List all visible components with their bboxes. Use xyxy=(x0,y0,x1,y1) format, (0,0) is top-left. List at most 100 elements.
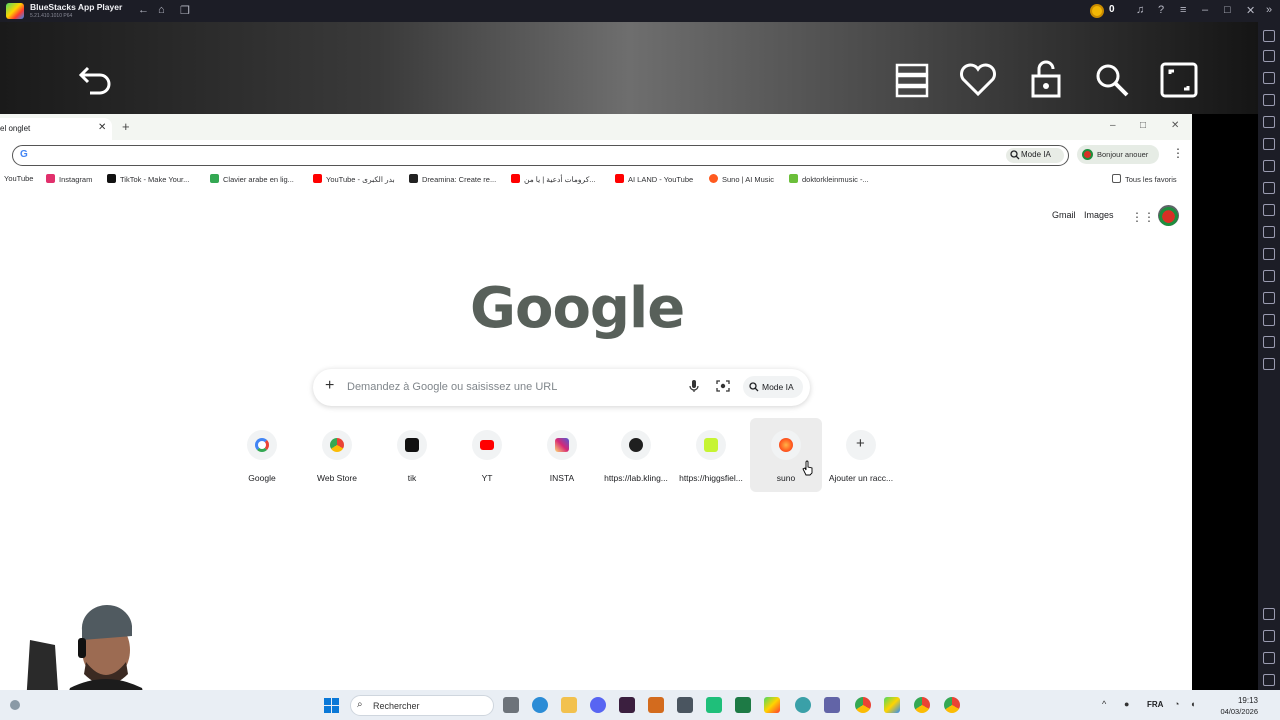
wifi-icon[interactable]: ◔ xyxy=(1174,699,1179,709)
chevron-up-icon[interactable]: ^ xyxy=(1102,699,1106,709)
menu-icon[interactable]: ≡ xyxy=(1180,4,1186,16)
bookmark-item[interactable]: Dreamina: Create re... xyxy=(409,174,496,184)
windows-start-icon[interactable] xyxy=(324,698,340,714)
minimize-icon[interactable]: – xyxy=(1202,4,1208,16)
shortcut-kling[interactable]: https://lab.kling... xyxy=(600,418,672,492)
bookmark-item[interactable]: YouTube xyxy=(4,174,33,183)
sidebar-tool-icon[interactable] xyxy=(1263,182,1275,194)
sidebar-tool-icon[interactable] xyxy=(1263,160,1275,172)
profile-button[interactable]: Bonjour anouer xyxy=(1077,145,1159,164)
bluestacks-icon[interactable] xyxy=(764,697,780,713)
close-icon[interactable]: ✕ xyxy=(1246,4,1255,17)
mode-ia-button[interactable]: Mode IA xyxy=(743,376,803,398)
more-menu-icon[interactable]: ⋮ xyxy=(1172,146,1184,160)
shortcut-tik[interactable]: tik xyxy=(376,418,448,492)
gmail-link[interactable]: Gmail xyxy=(1052,210,1076,220)
microphone-icon[interactable]: ● xyxy=(1124,699,1129,709)
home-icon[interactable] xyxy=(1263,652,1275,664)
sidebar-tool-icon[interactable] xyxy=(1263,116,1275,128)
shortcut-google[interactable]: Google xyxy=(226,418,298,492)
maximize-icon[interactable]: □ xyxy=(1224,4,1231,16)
clock-time[interactable]: 19:13 xyxy=(1200,696,1258,705)
close-icon[interactable]: ✕ xyxy=(1171,120,1179,131)
volume-icon[interactable]: ◖ xyxy=(1190,699,1195,709)
microphone-icon[interactable] xyxy=(689,379,699,393)
sidebar-tool-icon[interactable] xyxy=(1263,94,1275,106)
sidebar-tool-icon[interactable] xyxy=(1263,226,1275,238)
add-attachment-icon[interactable]: + xyxy=(325,377,334,395)
back-icon[interactable] xyxy=(1263,630,1275,642)
clock-date[interactable]: 04/03/2026 xyxy=(1200,707,1258,716)
excel-icon[interactable] xyxy=(735,697,751,713)
bookmark-item[interactable]: Suno | AI Music xyxy=(709,174,774,184)
app-icon[interactable] xyxy=(795,697,811,713)
file-explorer-icon[interactable] xyxy=(561,697,577,713)
back-icon[interactable]: ← xyxy=(138,4,149,16)
omnibox-mode-ia-button[interactable]: Mode IA xyxy=(1006,148,1064,163)
fullscreen-icon[interactable] xyxy=(1160,62,1198,98)
app-icon[interactable] xyxy=(706,697,722,713)
sidebar-tool-icon[interactable] xyxy=(1263,248,1275,260)
active-tab[interactable]: el onglet ✕ xyxy=(0,118,112,140)
chrome-icon[interactable] xyxy=(944,697,960,713)
all-bookmarks-button[interactable]: Tous les favoris xyxy=(1112,174,1177,184)
sidebar-tool-icon[interactable] xyxy=(1263,138,1275,150)
address-bar[interactable]: G Mode IA xyxy=(12,145,1069,166)
home-icon[interactable]: ⌂ xyxy=(158,4,165,16)
bookmark-item[interactable]: Instagram xyxy=(46,174,92,184)
multi-instance-icon[interactable]: ❐ xyxy=(180,4,190,17)
sidebar-tool-icon[interactable] xyxy=(1263,358,1275,370)
language-indicator[interactable]: FRA xyxy=(1147,700,1163,709)
settings-icon[interactable] xyxy=(1263,608,1275,620)
chrome-icon[interactable] xyxy=(855,697,871,713)
edge-icon[interactable] xyxy=(532,697,548,713)
calculator-icon[interactable] xyxy=(677,697,693,713)
bookmark-item[interactable]: doktorkleinmusic -... xyxy=(789,174,869,184)
tab-close-icon[interactable]: ✕ xyxy=(98,122,106,133)
ntp-search-box[interactable]: + Demandez à Google ou saisissez une URL… xyxy=(313,369,810,406)
bookmark-item[interactable]: AI LAND - YouTube xyxy=(615,174,693,184)
weather-icon[interactable] xyxy=(10,700,20,710)
collapse-icon[interactable]: » xyxy=(1266,4,1272,16)
bookmark-item[interactable]: TikTok - Make Your... xyxy=(107,174,189,184)
capcut-icon[interactable] xyxy=(619,697,635,713)
shortcut-suno[interactable]: suno xyxy=(750,418,822,492)
sidebar-tool-icon[interactable] xyxy=(1263,50,1275,62)
sidebar-tool-icon[interactable] xyxy=(1263,314,1275,326)
shortcut-yt[interactable]: YT xyxy=(451,418,523,492)
maximize-icon[interactable]: □ xyxy=(1140,120,1146,131)
shortcut-higgsfield[interactable]: https://higgsfiel... xyxy=(675,418,747,492)
bookmark-item[interactable]: Clavier arabe en lig... xyxy=(210,174,294,184)
minimize-icon[interactable]: – xyxy=(1110,120,1116,131)
sidebar-tool-icon[interactable] xyxy=(1263,30,1275,42)
server-icon[interactable] xyxy=(894,62,930,98)
add-shortcut-button[interactable]: + Ajouter un racc... xyxy=(825,418,897,492)
shortcut-web-store[interactable]: Web Store xyxy=(301,418,373,492)
google-lens-icon[interactable] xyxy=(716,379,730,393)
account-avatar[interactable] xyxy=(1158,205,1179,226)
undo-icon[interactable] xyxy=(78,62,114,98)
taskbar-search-box[interactable]: ⌕ Rechercher xyxy=(350,695,494,716)
sidebar-tool-icon[interactable] xyxy=(1263,270,1275,282)
heart-icon[interactable] xyxy=(958,62,998,98)
images-link[interactable]: Images xyxy=(1084,210,1114,220)
sidebar-tool-icon[interactable] xyxy=(1263,292,1275,304)
coin-icon[interactable] xyxy=(1090,4,1104,18)
chrome-icon[interactable] xyxy=(914,697,930,713)
teams-icon[interactable] xyxy=(824,697,840,713)
bell-icon[interactable]: ♫ xyxy=(1136,4,1144,16)
sidebar-tool-icon[interactable] xyxy=(1263,204,1275,216)
task-view-icon[interactable] xyxy=(503,697,519,713)
app-icon[interactable] xyxy=(648,697,664,713)
discord-icon[interactable] xyxy=(590,697,606,713)
help-icon[interactable]: ? xyxy=(1158,4,1164,16)
search-icon[interactable] xyxy=(1094,62,1130,98)
bookmark-item[interactable]: كرومات أدعية | يا من... xyxy=(511,174,596,184)
bluestacks-icon[interactable] xyxy=(884,697,900,713)
recents-icon[interactable] xyxy=(1263,674,1275,686)
bookmark-item[interactable]: YouTube - بدر الكبرى xyxy=(313,174,395,184)
sidebar-tool-icon[interactable] xyxy=(1263,72,1275,84)
sidebar-tool-icon[interactable] xyxy=(1263,336,1275,348)
shortcut-insta[interactable]: INSTA xyxy=(526,418,598,492)
unlock-icon[interactable] xyxy=(1028,60,1064,98)
